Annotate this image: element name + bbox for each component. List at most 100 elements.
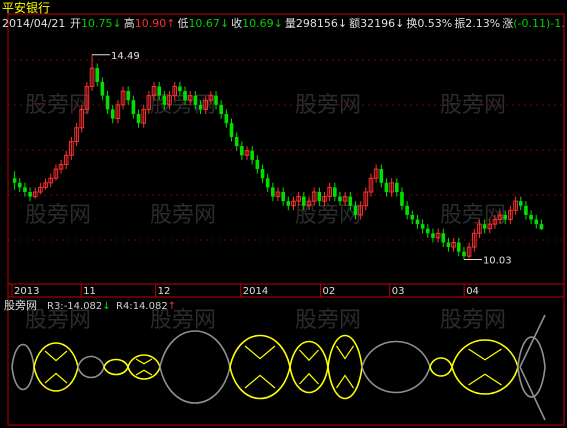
candle [115,100,121,124]
candle [126,86,131,105]
candle [368,173,374,197]
indicator-line-upper [33,342,79,368]
indicator-detail [336,374,354,389]
indicator-name[interactable]: 股旁网 [4,298,37,312]
info-value: (-0.11)-1. [513,17,565,30]
indicator-tail [519,314,546,368]
candle [400,187,404,211]
candle [373,164,379,183]
candle [327,182,332,202]
candle [79,104,85,133]
indicator-line-upper [77,355,105,368]
indicator-line-lower [77,366,105,379]
candle [435,228,441,243]
indicator-detail [299,349,319,362]
candle [286,196,291,211]
candle [131,95,136,119]
x-tick-label: 02 [323,286,336,297]
indicator-line-upper [361,340,431,368]
indicator-line-lower [327,366,363,400]
indicator-line-lower [103,366,129,376]
x-tick-label: 04 [466,286,479,297]
r4-label: R4: [116,301,133,312]
watermark-text: 股旁网 [295,203,361,228]
candle [240,141,244,160]
candle [53,164,59,181]
x-tick-label: 2013 [14,286,39,297]
indicator-detail [44,372,68,384]
r3-arrow: ↓ [102,301,110,312]
r4-arrow: ↑ [168,301,176,312]
candle [229,118,234,142]
stock-name[interactable]: 平安银行 [2,0,50,15]
candle [32,187,38,199]
x-tick-label: 2014 [243,286,268,297]
indicator-detail [44,350,68,362]
candle [95,63,100,87]
candle [43,178,48,190]
indicator-line-upper [451,339,519,368]
indicator-detail [336,345,354,360]
info-item: 开10.75↓ [70,17,122,30]
indicator-line-lower [429,366,453,377]
info-item: 量298156↓ [285,17,347,30]
candle [389,178,394,197]
x-tick-label: 12 [158,286,171,297]
info-arrow: ↓ [395,17,404,30]
info-label: 振 [454,16,465,30]
candle [333,182,337,202]
info-item: 高10.90↑ [124,16,176,30]
candle [105,91,110,114]
price-annotations: 14.49 10.03 [92,51,512,266]
info-label: 低 [177,17,188,30]
candle [58,159,64,174]
indicator-line-upper [229,334,291,368]
watermark-text: 股旁网 [150,203,216,228]
info-value: 10.67 [188,17,220,30]
info-value: 0.53% [417,17,452,30]
r4-value: 14.082 [133,301,168,312]
indicator-line-lower [159,366,231,404]
indicator-detail [468,348,502,361]
candle [394,178,399,197]
candle [100,77,105,101]
indicator-line-upper [159,330,231,368]
x-tick-label: 03 [392,286,405,297]
indicator-line-upper [103,358,129,368]
candle [410,210,415,225]
info-label: 量 [285,17,296,30]
candle [74,123,79,147]
candle [255,155,260,174]
candle [441,228,446,248]
indicator-detail [244,345,276,360]
indicator-r4: R4:14.082↑ [116,301,176,312]
candle [275,187,281,202]
indicator-line-lower [361,366,431,394]
indicator-detail [244,374,276,389]
indicator-line-upper [11,343,35,368]
candle [141,104,147,128]
info-item: 涨(-0.11)-1. [502,17,565,30]
candle [425,224,430,238]
indicator-tail [519,366,546,421]
watermark-text: 股旁网 [295,308,361,333]
indicator-detail [299,372,319,385]
indicator-detail [468,373,502,386]
stock-chart: 2013 11 12 2014 02 03 04 股旁网 股旁网 股旁网 股旁网股旁网 股旁网 股旁网… [2,0,565,426]
candle [379,164,384,188]
info-item: 振2.13% [454,16,500,30]
annotation-label: 14.49 [111,51,140,62]
info-item: 收10.69↓ [231,16,283,30]
candle [420,219,425,234]
candle [12,171,17,190]
candle [462,247,466,260]
candle [234,132,239,151]
watermark-text: 股旁网 [440,308,506,333]
info-arrow: ↓ [113,17,122,30]
candle [518,196,523,211]
candle [260,164,265,183]
candle [513,196,518,215]
candle [508,205,513,225]
info-arrow: ↓ [338,17,347,30]
indicator-line-lower [11,366,35,391]
